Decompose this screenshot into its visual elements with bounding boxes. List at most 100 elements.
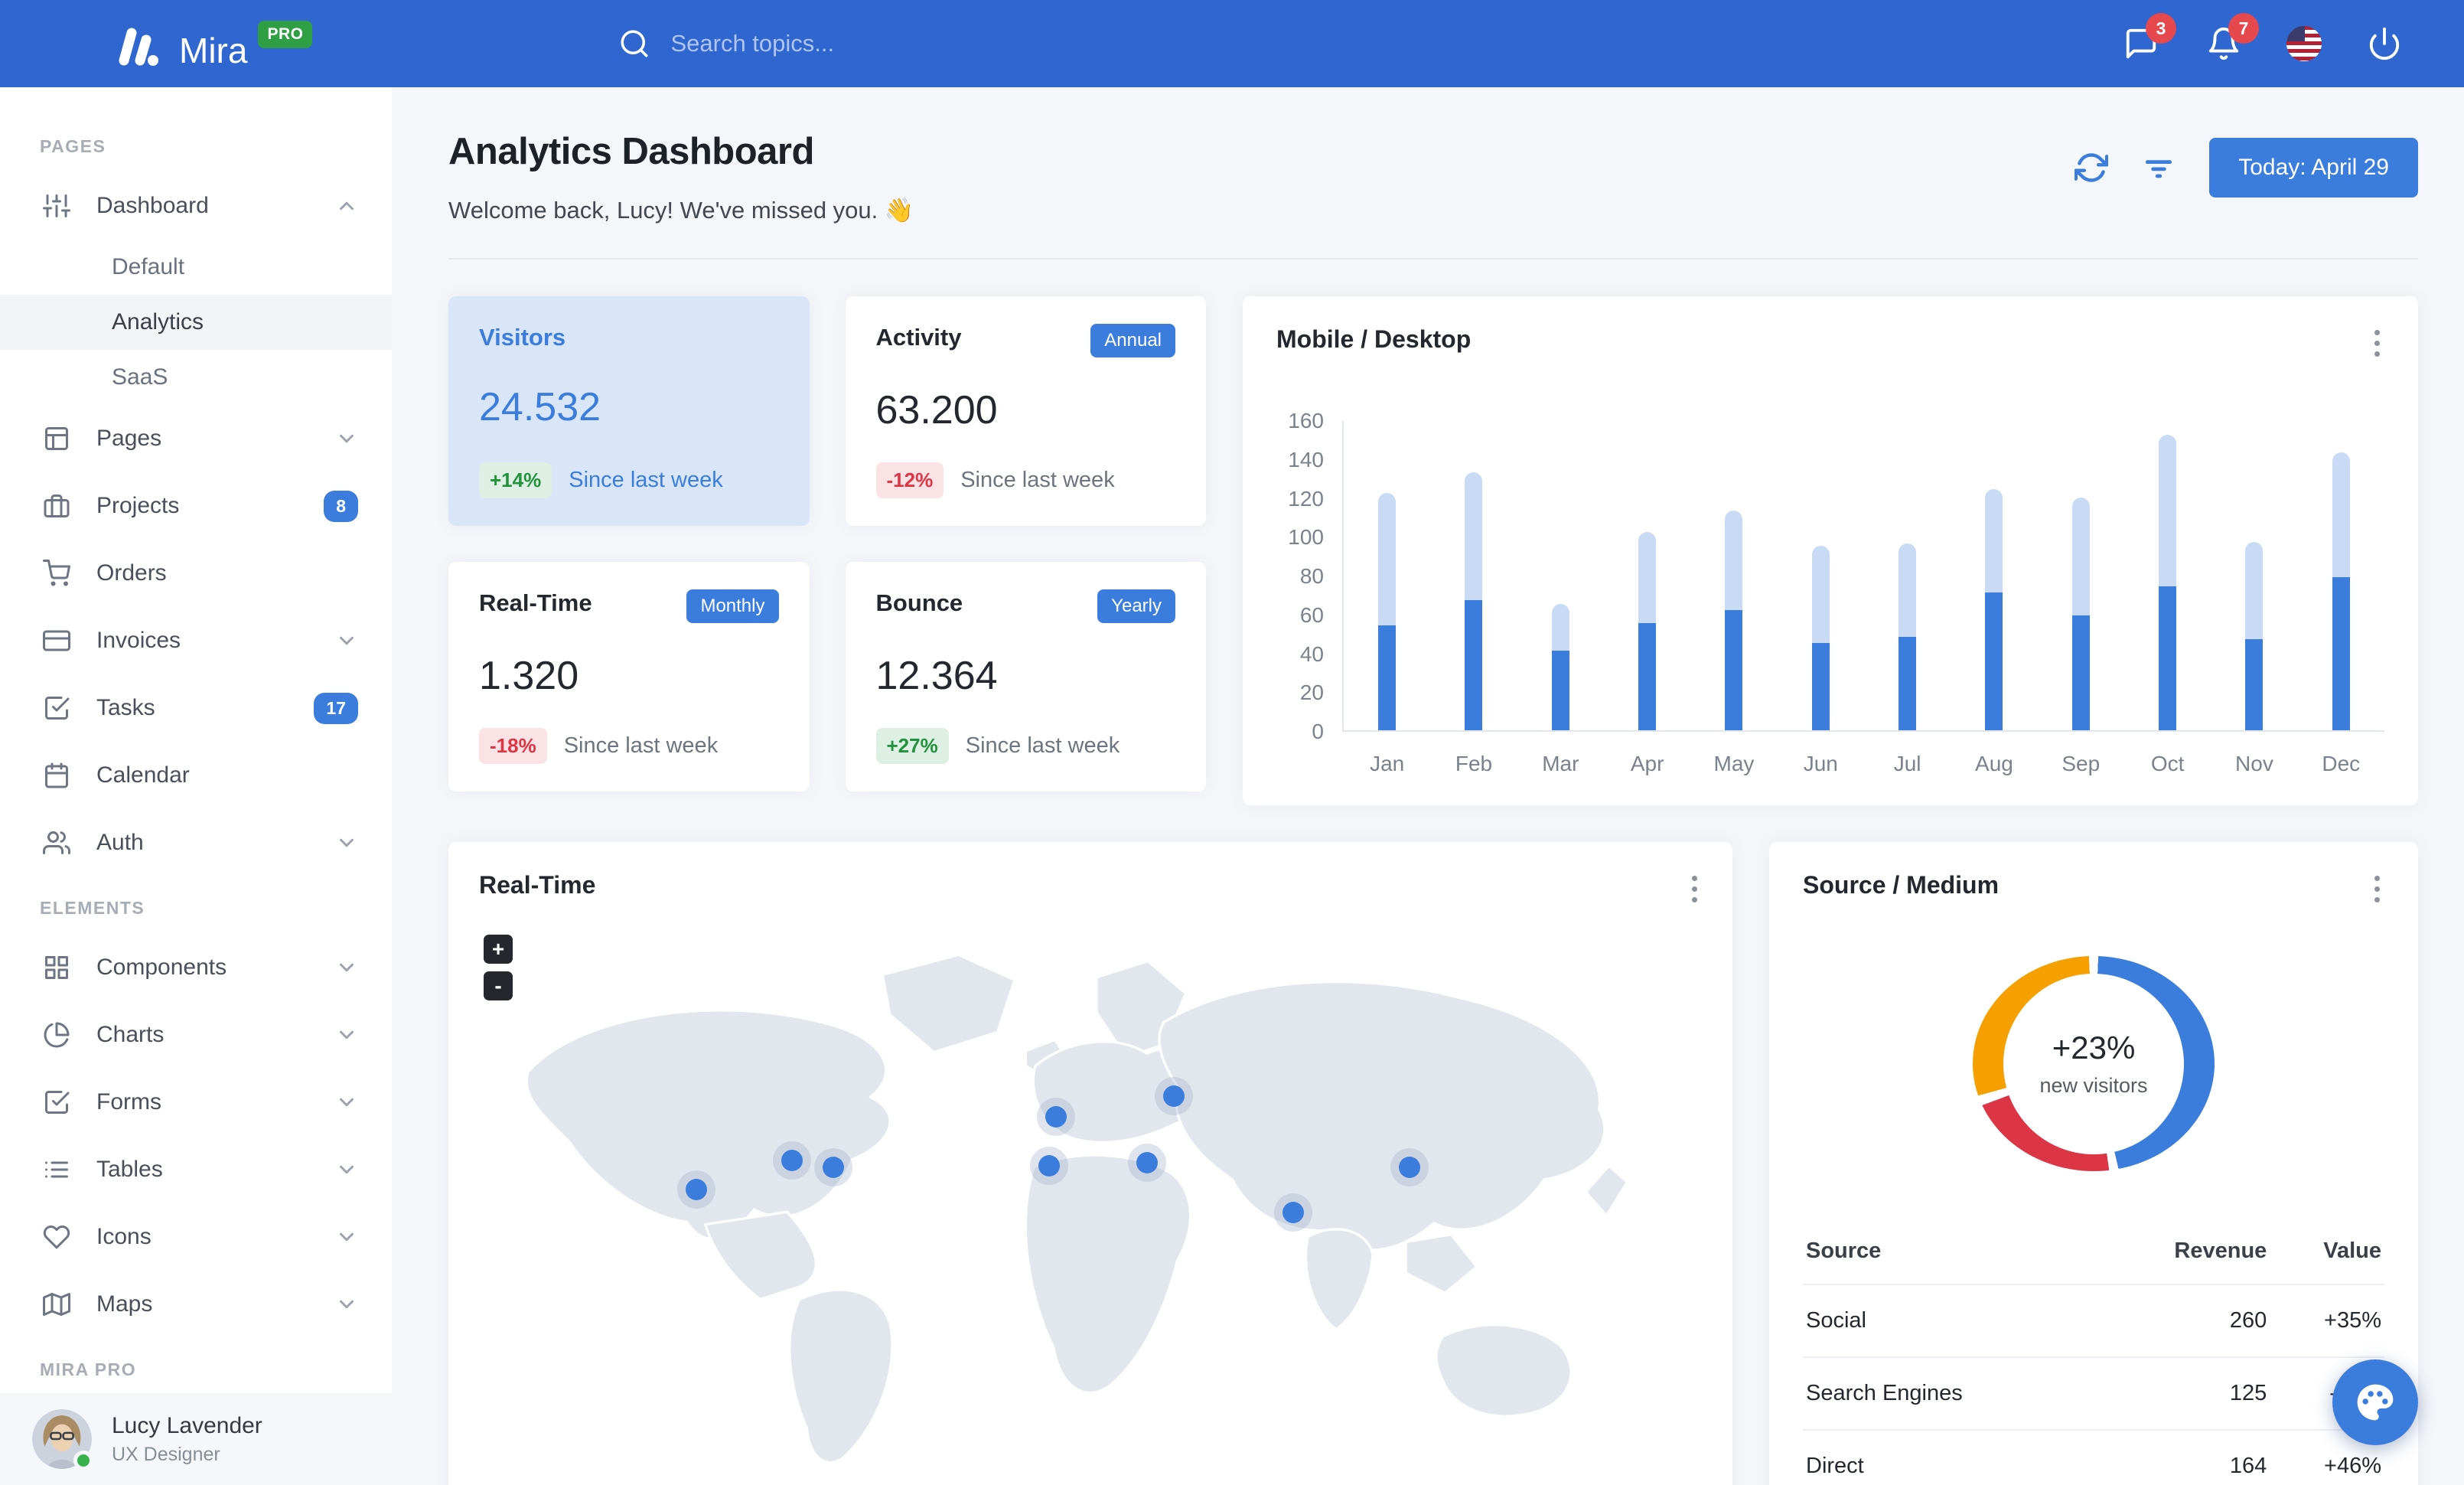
search-input[interactable]	[670, 30, 1207, 57]
map-marker-9[interactable]	[1399, 1157, 1421, 1179]
sidebar-item-charts[interactable]: Charts	[0, 1001, 392, 1069]
sidebar-subitem-analytics[interactable]: Analytics	[0, 295, 392, 350]
x-tick-label: Aug	[1975, 752, 2013, 775]
map-marker-8[interactable]	[1283, 1201, 1305, 1223]
bar-mobile-segment	[2332, 576, 2350, 730]
sidebar-item-projects[interactable]: Projects 8	[0, 472, 392, 540]
briefcase-icon	[43, 492, 70, 520]
source-cell: Social	[1803, 1284, 2094, 1357]
stat-period-badge[interactable]: Annual	[1090, 324, 1175, 357]
stat-delta-chip: +27%	[875, 728, 949, 764]
sidebar-item-orders[interactable]: Orders	[0, 540, 392, 607]
chevron-down-icon	[335, 831, 358, 854]
x-tick-label: Mar	[1542, 752, 1579, 775]
x-tick-label: Jun	[1803, 752, 1838, 775]
sidebar-item-maps[interactable]: Maps	[0, 1271, 392, 1338]
sidebar-section-label: Elements	[40, 898, 145, 918]
map-marker-3[interactable]	[823, 1157, 845, 1179]
power-icon	[2369, 27, 2400, 60]
map-zoom-in-button[interactable]: +	[484, 935, 513, 964]
stat-note: Since last week	[563, 733, 719, 758]
filter-button[interactable]	[2142, 151, 2176, 184]
stats-grid: Visitors 24.532 +14% Since last week Activit…	[448, 296, 1206, 805]
map-marker-4[interactable]	[1045, 1106, 1067, 1128]
sidebar-item-tables[interactable]: Tables	[0, 1136, 392, 1203]
filter-icon	[2146, 160, 2172, 178]
donut-center-value: +23%	[2052, 1030, 2136, 1066]
sidebar-item-dashboard[interactable]: Dashboard	[0, 172, 392, 240]
sidebar-item-auth[interactable]: Auth	[0, 809, 392, 876]
sidebar-item-label: Maps	[96, 1291, 153, 1317]
stat-period-badge[interactable]: Monthly	[686, 589, 779, 623]
sidebar-item-calendar[interactable]: Calendar	[0, 742, 392, 809]
bar-jun	[1778, 421, 1864, 730]
sign-out-button[interactable]	[2365, 24, 2404, 64]
sidebar-item-invoices[interactable]: Invoices	[0, 607, 392, 674]
sidebar-item-icons[interactable]: Icons	[0, 1203, 392, 1271]
source-table-row: Social 260 +35%	[1803, 1284, 2384, 1357]
sidebar-item-components[interactable]: Components	[0, 934, 392, 1001]
stat-note: Since last week	[569, 468, 723, 492]
messages-button[interactable]: 3	[2121, 13, 2176, 64]
source-table-row: Direct 164 +46%	[1803, 1429, 2384, 1485]
chart-menu-button[interactable]	[2370, 325, 2384, 361]
stacked-bar-chart: 0 20 40 60 80 100 120 140 160	[1276, 409, 2384, 743]
y-tick-label: 100	[1288, 525, 1324, 550]
map-zoom-out-button[interactable]: -	[484, 971, 513, 1000]
sidebar-item-tasks[interactable]: Tasks 17	[0, 674, 392, 742]
sidebar-item-label: Pages	[96, 426, 162, 451]
sidebar-item-label: Icons	[96, 1224, 152, 1249]
sidebar-item-label: Projects	[96, 493, 180, 518]
x-tick-label: Apr	[1630, 752, 1664, 775]
sidebar-subitem-default[interactable]: Default	[0, 240, 392, 295]
stat-note: Since last week	[965, 733, 1120, 758]
x-tick-label: Jan	[1370, 752, 1405, 775]
welcome-message: Welcome back, Lucy! We've missed you. 👋	[448, 197, 914, 224]
map-marker-6[interactable]	[1162, 1085, 1185, 1108]
main-content: Analytics Dashboard Welcome back, Lucy! …	[392, 87, 2464, 1485]
chevron-down-icon	[335, 1293, 358, 1316]
stat-title: Real-Time	[479, 589, 592, 616]
layout-icon	[43, 425, 70, 452]
sidebar-item-label: Forms	[96, 1089, 161, 1115]
source-medium-card: Source / Medium +23% new visitors Source…	[1769, 842, 2418, 1485]
x-tick-label: Feb	[1455, 752, 1493, 775]
map-menu-button[interactable]	[1687, 871, 1702, 907]
bar-desktop-segment	[2071, 497, 2090, 616]
bar-dec	[2298, 421, 2384, 730]
sidebar-item-forms[interactable]: Forms	[0, 1069, 392, 1136]
bar-nov	[2211, 421, 2297, 730]
map-marker-7[interactable]	[1136, 1152, 1158, 1174]
search-bar	[618, 28, 2121, 60]
stat-period-badge[interactable]: Yearly	[1097, 589, 1175, 623]
language-flag-us[interactable]	[2286, 26, 2322, 61]
sidebar-item-label: Charts	[96, 1022, 165, 1047]
map-marker-1[interactable]	[686, 1178, 708, 1200]
pie-chart-icon	[43, 1021, 70, 1049]
sidebar-item-pages[interactable]: Pages	[0, 405, 392, 472]
value-cell: +35%	[2270, 1284, 2384, 1357]
map-marker-2[interactable]	[781, 1150, 803, 1172]
bar-desktop-segment	[1725, 511, 1743, 610]
stat-card-activity: Activity Annual 63.200 -12% Since last week	[845, 296, 1206, 526]
revenue-cell: 164	[2094, 1429, 2270, 1485]
sidebar-subitem-saas[interactable]: SaaS	[0, 350, 392, 405]
theme-builder-button[interactable]	[2332, 1359, 2418, 1445]
mobile-desktop-chart-card: Mobile / Desktop 0 20 40 60 80 100 120 140 160 J…	[1243, 296, 2418, 805]
bar-mobile-segment	[1378, 625, 1397, 730]
sidebar-user[interactable]: Lucy Lavender UX Designer	[0, 1393, 392, 1485]
refresh-button[interactable]	[2075, 151, 2109, 184]
today-button[interactable]: Today: April 29	[2209, 138, 2418, 197]
bar-desktop-segment	[1378, 493, 1397, 625]
sidebar-item-label: Dashboard	[96, 193, 209, 218]
x-tick-label: Oct	[2150, 752, 2185, 775]
notifications-button[interactable]: 7	[2204, 13, 2259, 64]
brand[interactable]: Mira PRO	[115, 16, 313, 71]
y-tick-label: 120	[1288, 486, 1324, 511]
bar-aug	[1951, 421, 2037, 730]
world-map: + -	[479, 922, 1702, 1485]
map-marker-5[interactable]	[1038, 1155, 1060, 1177]
source-table-header: Source	[1806, 1239, 1882, 1263]
sidebar-item-label: Components	[96, 955, 227, 980]
source-menu-button[interactable]	[2370, 871, 2384, 907]
